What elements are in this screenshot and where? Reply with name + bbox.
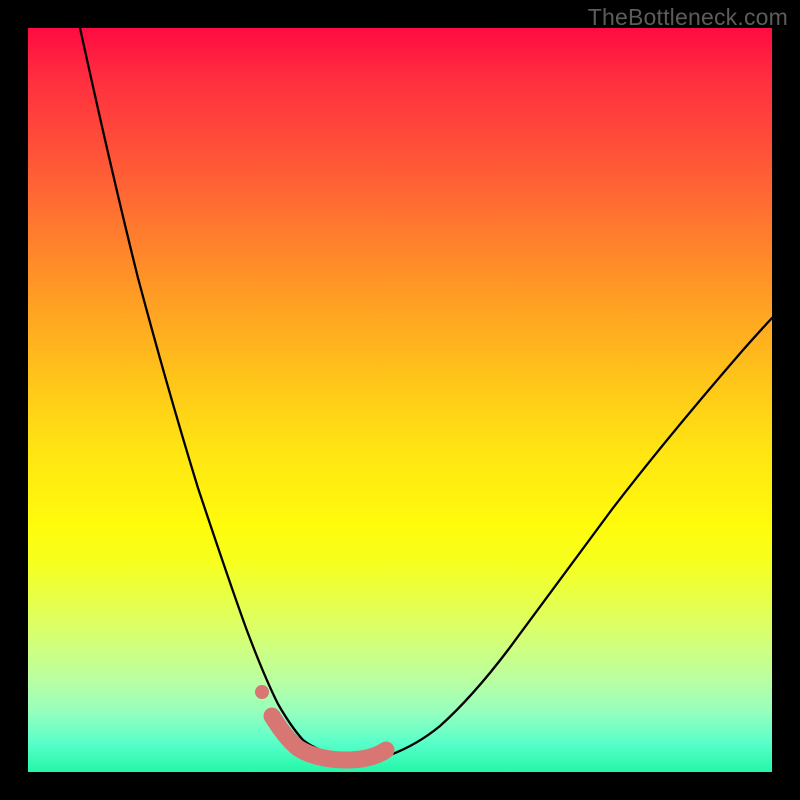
bottleneck-curve [80, 28, 772, 759]
outlier-dot [255, 685, 269, 699]
watermark-text: TheBottleneck.com [588, 4, 788, 31]
curve-layer [28, 28, 772, 772]
plot-area [28, 28, 772, 772]
